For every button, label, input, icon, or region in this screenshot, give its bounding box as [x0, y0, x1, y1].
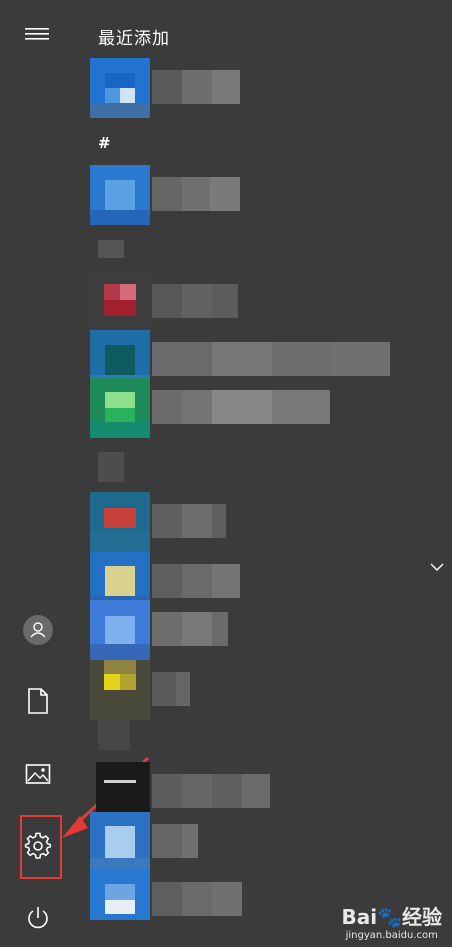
watermark-url: jingyan.baidu.com — [345, 930, 438, 941]
recently-added-heading: 最近添加 — [98, 29, 170, 49]
chevron-down-icon[interactable] — [430, 562, 444, 572]
app-tile-icon — [90, 165, 150, 225]
pictures-button[interactable] — [14, 750, 62, 798]
section-header[interactable] — [98, 720, 130, 750]
app-list-item[interactable] — [90, 492, 430, 552]
app-label-pixelated — [152, 390, 330, 424]
documents-icon — [28, 688, 48, 714]
app-label-pixelated — [152, 177, 240, 211]
watermark-brand: Bai — [341, 905, 378, 929]
app-tile-icon — [90, 600, 150, 660]
app-tile-icon — [90, 660, 150, 720]
app-label-pixelated — [152, 284, 238, 318]
section-header-hash[interactable]: # — [98, 134, 111, 152]
app-tile-icon — [90, 272, 150, 332]
settings-highlight-box — [20, 815, 62, 879]
documents-button[interactable] — [14, 677, 62, 725]
start-menu-rail — [0, 0, 76, 947]
hamburger-menu-icon — [25, 28, 49, 40]
power-button[interactable] — [14, 894, 62, 942]
app-tile-icon — [90, 870, 150, 930]
app-label-pixelated — [152, 504, 226, 538]
app-tile-icon — [90, 492, 150, 552]
app-list-item[interactable] — [90, 272, 430, 332]
app-list-item[interactable] — [90, 812, 430, 872]
app-tile-icon — [90, 58, 150, 118]
app-list-item[interactable] — [90, 378, 430, 438]
menu-button[interactable] — [14, 10, 62, 58]
app-label-pixelated — [152, 672, 190, 706]
app-list-item[interactable] — [90, 58, 430, 118]
app-label-pixelated — [152, 612, 228, 646]
pictures-icon — [25, 764, 51, 784]
section-header[interactable] — [98, 240, 124, 258]
user-account-button[interactable] — [14, 606, 62, 654]
app-tile-icon — [90, 812, 150, 872]
app-label-pixelated — [152, 882, 242, 916]
paw-icon: 🐾 — [377, 905, 402, 929]
app-label-pixelated — [152, 70, 240, 104]
section-header[interactable] — [98, 452, 124, 482]
app-label-pixelated — [152, 564, 240, 598]
app-list-item[interactable] — [90, 165, 430, 225]
app-list-item[interactable] — [90, 600, 430, 660]
app-label-pixelated — [152, 342, 390, 376]
baidu-jingyan-watermark: Bai🐾经验 jingyan.baidu.com — [341, 901, 442, 941]
app-label-pixelated — [152, 774, 270, 808]
watermark-brand-cn: 经验 — [402, 905, 442, 929]
app-label-pixelated — [152, 824, 198, 858]
power-icon — [28, 907, 48, 929]
user-avatar-icon — [23, 615, 53, 645]
app-tile-icon — [90, 378, 150, 438]
app-list: 最近添加 # — [76, 0, 452, 947]
app-list-item[interactable] — [90, 660, 430, 720]
